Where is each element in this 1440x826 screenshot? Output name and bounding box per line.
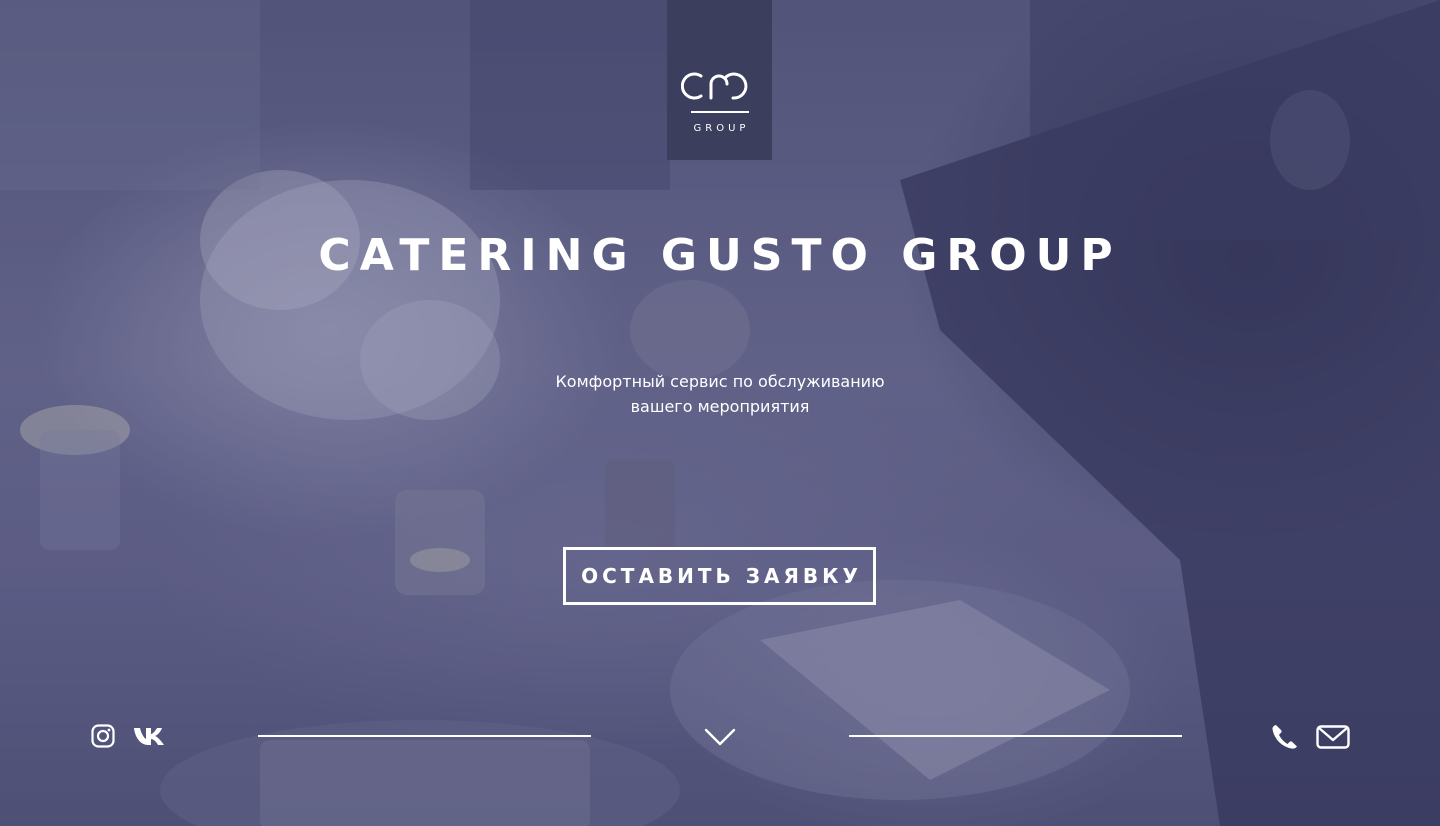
logo-divider bbox=[690, 111, 749, 113]
logo[interactable]: GROUP bbox=[667, 0, 772, 160]
divider-right bbox=[849, 735, 1182, 737]
submit-request-button[interactable]: ОСТАВИТЬ ЗАЯВКУ bbox=[563, 547, 876, 605]
logo-text: GROUP bbox=[693, 123, 750, 134]
divider-left bbox=[258, 735, 591, 737]
hero-subtitle-line-2: вашего мероприятия bbox=[630, 397, 810, 416]
page-title: CATERING GUSTO GROUP bbox=[318, 230, 1122, 281]
vk-icon[interactable] bbox=[133, 726, 166, 746]
chevron-down-icon[interactable] bbox=[704, 727, 736, 747]
logo-mark-icon bbox=[680, 72, 747, 100]
bottom-bar bbox=[0, 715, 1440, 760]
mail-icon[interactable] bbox=[1316, 725, 1350, 749]
instagram-icon[interactable] bbox=[91, 724, 115, 748]
phone-icon[interactable] bbox=[1271, 724, 1298, 749]
hero-subtitle-line-1: Комфортный сервис по обслуживанию bbox=[555, 372, 885, 391]
hero-section: GROUP CATERING GUSTO GROUP Комфортный се… bbox=[0, 0, 1440, 826]
hero-subtitle: Комфортный сервис по обслуживанию вашего… bbox=[520, 369, 920, 419]
